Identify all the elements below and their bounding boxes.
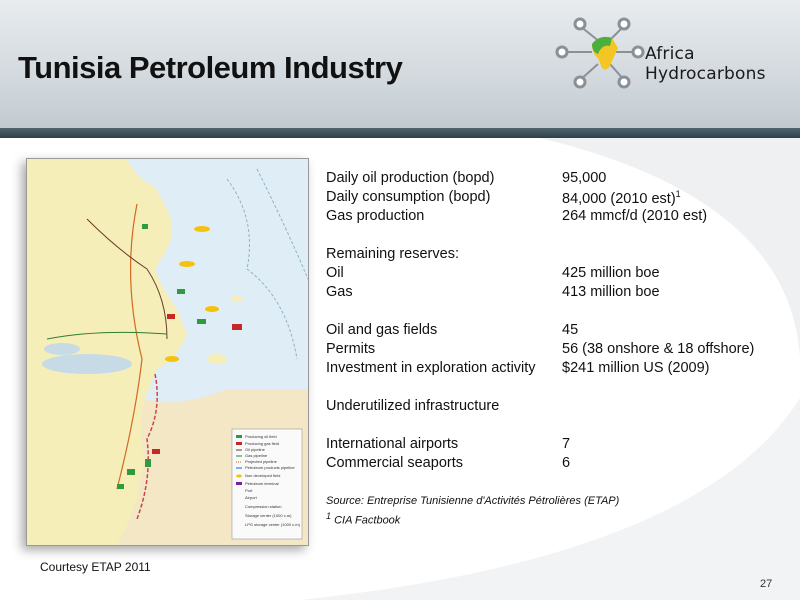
svg-text:Producing gas field: Producing gas field xyxy=(245,441,279,446)
fact-value: 45 xyxy=(562,322,579,338)
source-note: Source: Entreprise Tunisienne d'Activité… xyxy=(326,494,619,529)
fact-label: Oil and gas fields xyxy=(326,322,438,338)
svg-text:Storage center (1000 c.m): Storage center (1000 c.m) xyxy=(245,513,292,518)
svg-text:Airport: Airport xyxy=(245,495,258,500)
fact-value: 425 million boe xyxy=(562,265,660,281)
fact-label: Remaining reserves: xyxy=(326,246,459,262)
fact-label: Investment in exploration activity xyxy=(326,360,536,376)
fact-label: Daily consumption (bopd) xyxy=(326,189,491,205)
svg-text:Producing oil field: Producing oil field xyxy=(245,434,277,439)
fact-label: Commercial seaports xyxy=(326,455,463,471)
header-divider-bar xyxy=(0,128,800,138)
fact-value: 84,000 (2010 est)1 xyxy=(562,189,681,207)
map-illustration: Producing oil field Producing gas field … xyxy=(27,159,308,545)
tunisia-map: Producing oil field Producing gas field … xyxy=(26,158,309,546)
svg-text:Non developed field: Non developed field xyxy=(245,473,280,478)
fact-value: 7 xyxy=(562,436,571,452)
fact-value: 95,000 xyxy=(562,170,607,186)
fact-value: 413 million boe xyxy=(562,284,660,300)
svg-text:Port: Port xyxy=(245,488,253,493)
fact-value: 56 (38 onshore & 18 offshore) xyxy=(562,341,755,357)
svg-text:Oil pipeline: Oil pipeline xyxy=(245,447,266,452)
svg-text:LPG storage center (1000 c.m): LPG storage center (1000 c.m) xyxy=(245,522,301,527)
fact-value: 6 xyxy=(562,455,571,471)
fact-label: Permits xyxy=(326,341,376,357)
footnote-line: 1 CIA Factbook xyxy=(326,511,401,527)
fact-label: International airports xyxy=(326,436,459,452)
svg-text:Projected pipeline: Projected pipeline xyxy=(245,459,278,464)
fact-label: Underutilized infrastructure xyxy=(326,398,500,414)
svg-text:Gas pipeline: Gas pipeline xyxy=(245,453,268,458)
fact-label: Gas xyxy=(326,284,353,300)
fact-label: Gas production xyxy=(326,208,425,224)
slide-title: Tunisia Petroleum Industry xyxy=(18,50,403,85)
logo-wordmark: Africa Hydrocarbons xyxy=(645,44,766,84)
svg-text:Compression station: Compression station xyxy=(245,504,281,509)
fact-value: $241 million US (2009) xyxy=(562,360,710,376)
fact-label: Oil xyxy=(326,265,344,281)
svg-text:Petroleum products pipeline: Petroleum products pipeline xyxy=(245,465,295,470)
svg-text:Petroleum terminal: Petroleum terminal xyxy=(245,481,279,486)
fact-label: Daily oil production (bopd) xyxy=(326,170,495,186)
fact-value: 264 mmcf/d (2010 est) xyxy=(562,208,708,224)
page-number: 27 xyxy=(760,578,773,590)
source-line: Source: Entreprise Tunisienne d'Activité… xyxy=(326,495,620,507)
map-caption: Courtesy ETAP 2011 xyxy=(40,560,151,574)
